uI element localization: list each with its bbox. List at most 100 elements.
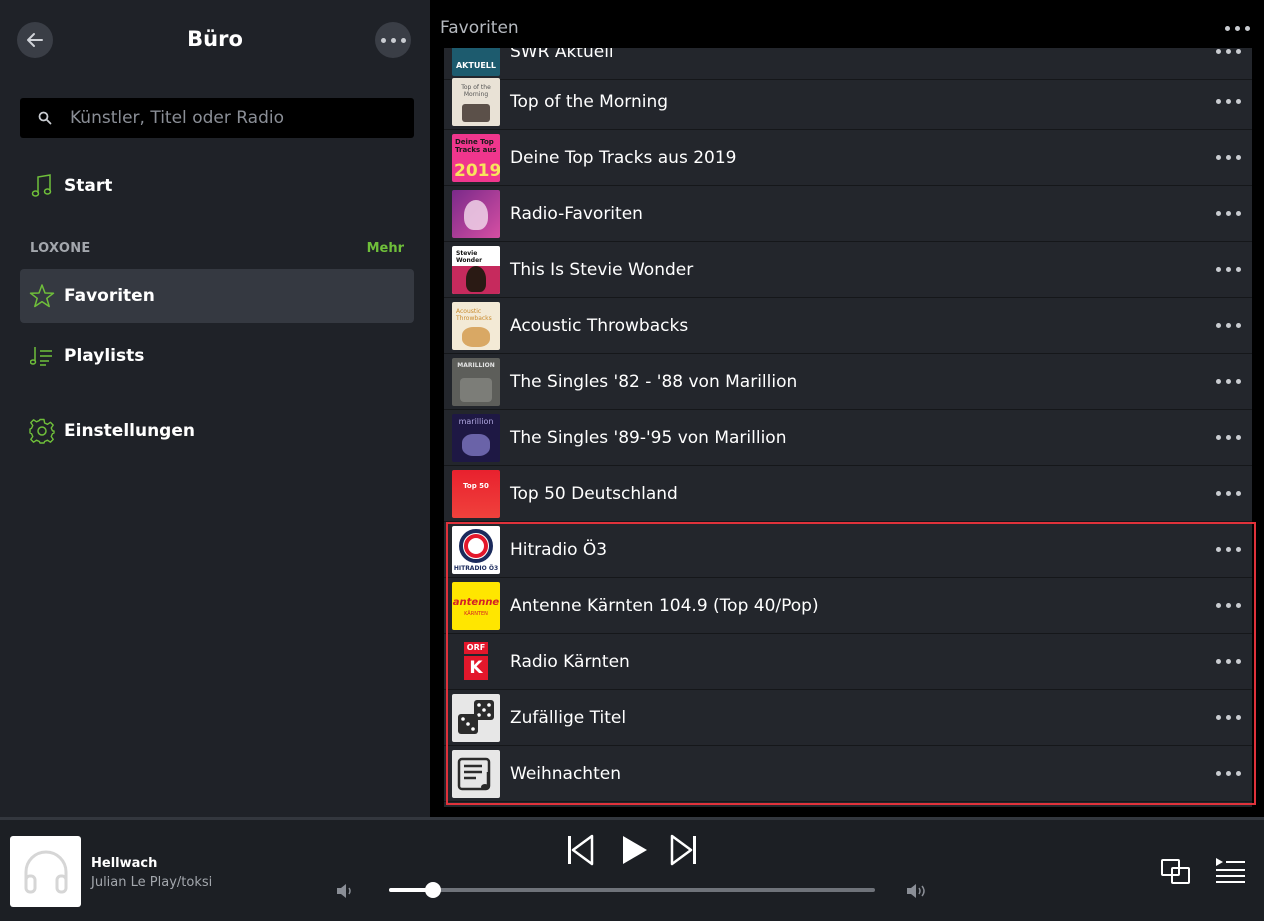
cover-image [452, 749, 500, 798]
list-item[interactable]: Weihnachten [444, 746, 1252, 802]
search-input[interactable] [70, 108, 390, 128]
headphones-icon [24, 850, 67, 893]
item-more-button[interactable] [1208, 311, 1248, 341]
item-more-button[interactable] [1208, 367, 1248, 397]
nav-start-label: Start [64, 176, 113, 196]
star-icon [29, 284, 55, 308]
more-icon [1215, 603, 1241, 608]
item-label: Weihnachten [510, 763, 621, 784]
item-more-button[interactable] [1208, 423, 1248, 453]
more-icon [380, 37, 406, 43]
item-more-button[interactable] [1208, 143, 1248, 173]
volume-high-icon [907, 884, 925, 898]
more-icon [1215, 771, 1241, 776]
item-label: Radio Kärnten [510, 651, 630, 672]
nav-favorites[interactable]: Favoriten [20, 269, 414, 323]
item-label: Top 50 Deutschland [510, 483, 678, 504]
more-icon [1215, 491, 1241, 496]
nav-playlists-label: Playlists [64, 346, 145, 366]
item-more-button[interactable] [1208, 647, 1248, 677]
list-item[interactable]: Stevie Wonder This Is Stevie Wonder [444, 242, 1252, 298]
nav-playlists[interactable]: Playlists [20, 329, 414, 383]
page-title: Favoriten [440, 18, 519, 38]
cover-image: MARILLION [452, 357, 500, 406]
skip-next-icon [670, 834, 696, 866]
cover-image: Top 50 [452, 469, 500, 518]
zone-more-button[interactable] [375, 22, 411, 58]
item-more-button[interactable] [1208, 535, 1248, 565]
list-item[interactable]: ORF K Radio Kärnten [444, 634, 1252, 690]
item-more-button[interactable] [1208, 591, 1248, 621]
item-label: Zufällige Titel [510, 707, 627, 728]
item-label: Antenne Kärnten 104.9 (Top 40/Pop) [510, 595, 819, 616]
item-more-button[interactable] [1208, 48, 1248, 67]
list-item[interactable]: HITRADIO Ö3 Hitradio Ö3 [444, 522, 1252, 578]
list-item[interactable]: antenne KÄRNTEN Antenne Kärnten 104.9 (T… [444, 578, 1252, 634]
item-label: Top of the Morning [510, 91, 669, 112]
queue-icon [1216, 858, 1245, 883]
more-icon [1215, 547, 1241, 552]
playlist-icon [30, 347, 52, 366]
play-button[interactable] [616, 832, 652, 868]
more-icon [1215, 267, 1241, 272]
skip-previous-icon [568, 834, 594, 866]
list-item[interactable]: Zufällige Titel [444, 690, 1252, 746]
play-icon [623, 836, 647, 864]
more-icon [1215, 323, 1241, 328]
section-header: LOXONE [30, 241, 91, 256]
item-label: SWR Aktuell [510, 48, 614, 62]
item-more-button[interactable] [1208, 703, 1248, 733]
group-zones-icon [1161, 859, 1190, 884]
queue-button[interactable] [1210, 854, 1250, 888]
list-item[interactable]: marillion The Singles '89-'95 von Marill… [444, 410, 1252, 466]
search-bar[interactable] [20, 98, 414, 138]
cover-image: Deine Top Tracks aus 2019 [452, 133, 500, 182]
section-more-link[interactable]: Mehr [367, 241, 404, 256]
item-label: Acoustic Throwbacks [510, 315, 689, 336]
volume-low-icon [337, 884, 351, 898]
player-bar: Hellwach Julian Le Play/toksi [0, 817, 1264, 921]
volume-up-button[interactable] [904, 880, 930, 902]
list-item[interactable]: Deine Top Tracks aus 2019 Deine Top Trac… [444, 130, 1252, 186]
volume-knob[interactable] [424, 882, 441, 898]
cover-image: Stevie Wonder [452, 245, 500, 294]
nav-settings-label: Einstellungen [64, 421, 195, 441]
cover-image: Top of the Morning [452, 77, 500, 126]
nav-start[interactable]: Start [20, 159, 414, 213]
cover-image: HITRADIO Ö3 [452, 525, 500, 574]
item-more-button[interactable] [1208, 199, 1248, 229]
next-button[interactable] [666, 832, 702, 868]
item-label: The Singles '82 - '88 von Marillion [510, 371, 798, 392]
item-label: Radio-Favoriten [510, 203, 643, 224]
list-item[interactable]: Acoustic Throwbacks Acoustic Throwbacks [444, 298, 1252, 354]
favorites-panel: Favoriten AKTUELL SWR Aktuell Top of the… [430, 0, 1264, 817]
nav-favorites-label: Favoriten [64, 286, 155, 306]
search-icon [38, 111, 52, 125]
item-more-button[interactable] [1208, 87, 1248, 117]
volume-down-button[interactable] [334, 880, 356, 902]
list-item[interactable]: Top of the Morning Top of the Morning [444, 74, 1252, 130]
more-icon [1215, 155, 1241, 160]
panel-more-button[interactable] [1220, 16, 1254, 40]
music-note-icon [31, 174, 52, 197]
zone-group-button[interactable] [1158, 856, 1194, 888]
cover-image: Acoustic Throwbacks [452, 301, 500, 350]
more-icon [1215, 715, 1241, 720]
list-item[interactable]: MARILLION The Singles '82 - '88 von Mari… [444, 354, 1252, 410]
volume-slider[interactable] [389, 882, 875, 898]
more-icon [1224, 25, 1250, 31]
now-playing-cover [10, 836, 81, 907]
item-more-button[interactable] [1208, 759, 1248, 789]
more-icon [1215, 379, 1241, 384]
previous-button[interactable] [562, 832, 598, 868]
cover-image: ORF K [452, 637, 500, 686]
nav-settings[interactable]: Einstellungen [20, 404, 414, 458]
item-more-button[interactable] [1208, 255, 1248, 285]
item-label: Deine Top Tracks aus 2019 [510, 147, 737, 168]
more-icon [1215, 211, 1241, 216]
track-title: Hellwach [91, 856, 158, 871]
item-more-button[interactable] [1208, 479, 1248, 509]
cover-image: antenne KÄRNTEN [452, 581, 500, 630]
list-item[interactable]: Top 50 Top 50 Deutschland [444, 466, 1252, 522]
list-item[interactable]: Radio-Favoriten [444, 186, 1252, 242]
